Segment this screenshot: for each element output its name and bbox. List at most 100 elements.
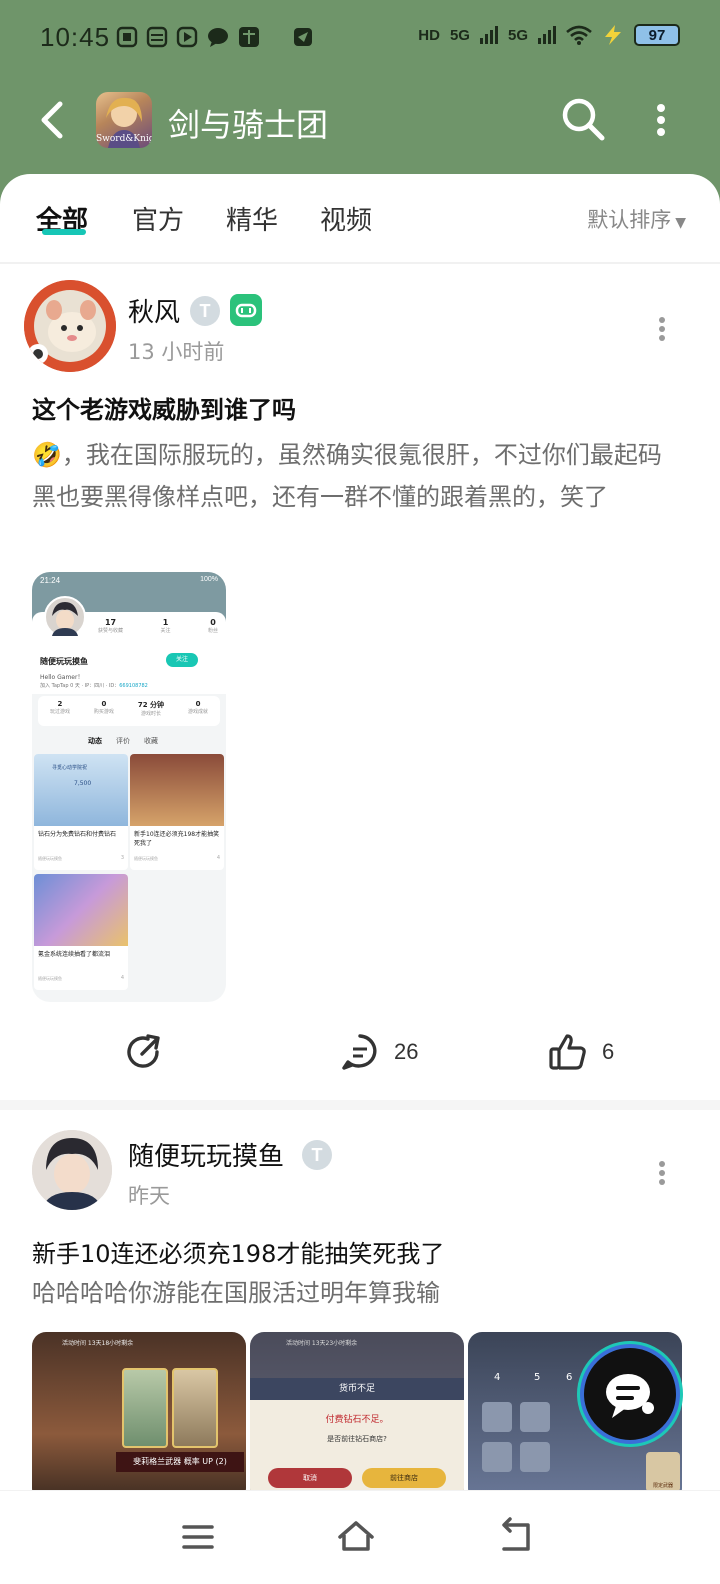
mini-post-title: 钻石分为免费钻石和付费钻石 xyxy=(38,831,117,838)
title-bar: Sword&Knights 剑与骑士团 xyxy=(0,76,720,170)
status-time: 10:45 xyxy=(40,22,111,52)
hd-icon: HD xyxy=(418,26,440,44)
wifi-icon xyxy=(566,25,592,45)
search-button[interactable] xyxy=(560,96,608,144)
post-card[interactable]: 秋风 T 13 小时前 这个老游戏威胁到谁了吗 🤣，我在国际服玩的，虽然确实很氪… xyxy=(0,266,720,1106)
tab-video[interactable]: 视频 xyxy=(320,200,372,237)
gamepad-icon xyxy=(235,303,257,318)
author-avatar[interactable] xyxy=(32,1130,112,1210)
stat-value: 17 xyxy=(104,618,117,627)
floating-chat-button[interactable] xyxy=(580,1344,680,1444)
nav-menu-button[interactable] xyxy=(174,1513,222,1561)
screenshot-avatar xyxy=(44,596,86,638)
post-body[interactable]: 🤣，我在国际服玩的，虽然确实很氪很肝，不过你们最起码黑也要黑得像样点吧，还有一群… xyxy=(32,434,684,518)
share-button[interactable] xyxy=(124,1032,164,1072)
image-number: 6 xyxy=(566,1372,573,1383)
tab-active-indicator xyxy=(42,229,86,235)
signal-icon xyxy=(479,26,498,44)
screenshot-info-text: 加入 TapTap 0 天 · IP：四川 · ID： xyxy=(40,683,120,689)
item-slot xyxy=(482,1442,512,1472)
tab-featured[interactable]: 精华 xyxy=(226,200,278,237)
corner-item: 限定武器 xyxy=(646,1452,680,1490)
mini-post-likes: 3 xyxy=(120,855,124,861)
dialog-question: 是否前往钻石商店? xyxy=(327,1435,387,1443)
corner-item-label: 限定武器 xyxy=(652,1483,673,1489)
post-body[interactable]: 哈哈哈哈你游能在国服活过明年算我输 xyxy=(32,1276,684,1310)
home-icon xyxy=(338,1521,374,1551)
post-image[interactable]: 活动时间 13天23小时剩余 货币不足 付费钻石不足。 是否前往钻石商店? 取消… xyxy=(250,1332,464,1490)
mini-post-image xyxy=(130,754,224,826)
screenshot-tabs: 动态 评价 收藏 xyxy=(88,736,158,746)
game-icon[interactable]: Sword&Knights xyxy=(96,92,152,148)
mini-post-banner: 寻觅心动学院祝 xyxy=(52,765,88,771)
author-avatar[interactable] xyxy=(24,280,116,372)
item-slot xyxy=(482,1402,512,1432)
tab-official[interactable]: 官方 xyxy=(132,200,184,237)
comment-button[interactable]: 26 xyxy=(340,1032,418,1072)
screenshot-username: 随便玩玩摸鱼 xyxy=(40,657,88,666)
charging-icon xyxy=(605,25,621,45)
tab-bar: 全部 官方 精华 视频 默认排序 ▼ xyxy=(0,174,720,264)
stat-label: 购买游戏 xyxy=(93,709,114,715)
post-divider xyxy=(0,1100,720,1110)
image-top-text: 活动时间 13天18小时剩余 xyxy=(62,1340,134,1347)
post-more-button[interactable] xyxy=(652,312,672,346)
stat-value: 72 分钟 xyxy=(137,701,165,709)
mini-post-author: 随便玩玩摸鱼 xyxy=(38,856,62,861)
more-vertical-icon xyxy=(657,104,665,136)
notification-alipay-icon xyxy=(239,27,259,47)
image-top-text: 活动时间 13天23小时剩余 xyxy=(286,1340,358,1347)
like-button[interactable]: 6 xyxy=(548,1032,614,1072)
post-time: 13 小时前 xyxy=(128,340,225,364)
screenshot-tab: 收藏 xyxy=(144,737,158,745)
screenshot-mini-post: 氪金系统连续抽看了都流泪 随便玩玩摸鱼 4 xyxy=(34,874,128,990)
notification-list-icon xyxy=(146,26,168,48)
stat-value: 0 xyxy=(195,700,201,708)
mini-post-author: 随便玩玩摸鱼 xyxy=(134,856,158,861)
avatar-image xyxy=(32,1130,112,1210)
stat-label: 游戏时长 xyxy=(140,711,161,717)
signal-icon-2 xyxy=(538,26,556,44)
post-image[interactable]: 活动时间 13天18小时剩余 斐莉格兰武器 概率 UP (2) xyxy=(32,1332,246,1490)
post-more-button[interactable] xyxy=(652,1156,672,1190)
level-badge-icon: T xyxy=(190,296,220,326)
nav-home-button[interactable] xyxy=(332,1513,380,1561)
more-button[interactable] xyxy=(646,100,676,140)
author-name[interactable]: 秋风 xyxy=(128,292,180,329)
mini-post-title: 新手10连还必须充198才能抽笑死我了 xyxy=(134,831,220,847)
post-time: 昨天 xyxy=(128,1184,170,1208)
sort-dropdown[interactable]: 默认排序 ▼ xyxy=(587,204,686,234)
dialog-message: 付费钻石不足。 xyxy=(325,1415,389,1425)
mini-post-image xyxy=(34,874,128,946)
card-art xyxy=(172,1368,218,1448)
notification-app-icon xyxy=(116,26,138,48)
back-button[interactable] xyxy=(36,98,76,142)
post-image[interactable]: 21:24 100% 17 获赞与收藏 1 关注 0 粉丝 随便玩玩摸鱼 关注 Hel… xyxy=(32,572,226,1002)
screenshot-game-stats: 2 玩过游戏 0 购买游戏 72 分钟 游戏时长 0 游戏成就 xyxy=(38,696,220,726)
mini-post-author: 随便玩玩摸鱼 xyxy=(38,976,62,981)
dialog-go-button: 前往商店 xyxy=(362,1468,446,1488)
mini-post-likes: 4 xyxy=(120,975,124,981)
mini-post-title: 氪金系统连续抽看了都流泪 xyxy=(38,951,111,958)
screenshot-info: 加入 TapTap 0 天 · IP：四川 · ID：669108782 xyxy=(40,682,148,689)
game-icon-text: Sword&Knights xyxy=(96,134,152,144)
chat-bubble-icon xyxy=(606,1374,654,1418)
author-name[interactable]: 随便玩玩摸鱼 xyxy=(128,1136,284,1173)
stat-label: 关注 xyxy=(160,628,171,634)
status-right: HD 5G 5G 97 xyxy=(418,24,680,46)
post-title[interactable]: 这个老游戏威胁到谁了吗 xyxy=(32,390,296,425)
more-vertical-icon xyxy=(659,1161,665,1185)
stat-label: 粉丝 xyxy=(207,628,218,634)
screenshot-mini-post: 寻觅心动学院祝 7,500 钻石分为免费钻石和付费钻石 随便玩玩摸鱼 3 xyxy=(34,754,128,870)
chevron-left-icon xyxy=(41,101,63,139)
stat-value: 2 xyxy=(57,700,63,708)
screenshot-stats: 17 获赞与收藏 1 关注 0 粉丝 xyxy=(98,618,218,634)
nav-back-button[interactable] xyxy=(492,1513,540,1561)
screenshot-id: 669108782 xyxy=(119,683,148,689)
main-content: 全部 官方 精华 视频 默认排序 ▼ 秋风 T 13 小时前 这个老游戏威胁到谁… xyxy=(0,174,720,1490)
thumbs-up-icon xyxy=(549,1034,586,1070)
stat-label: 玩过游戏 xyxy=(49,709,70,715)
stat-value: 0 xyxy=(210,618,216,627)
search-icon xyxy=(562,98,605,141)
post-title[interactable]: 新手10连还必须充198才能抽笑死我了 xyxy=(32,1234,444,1269)
